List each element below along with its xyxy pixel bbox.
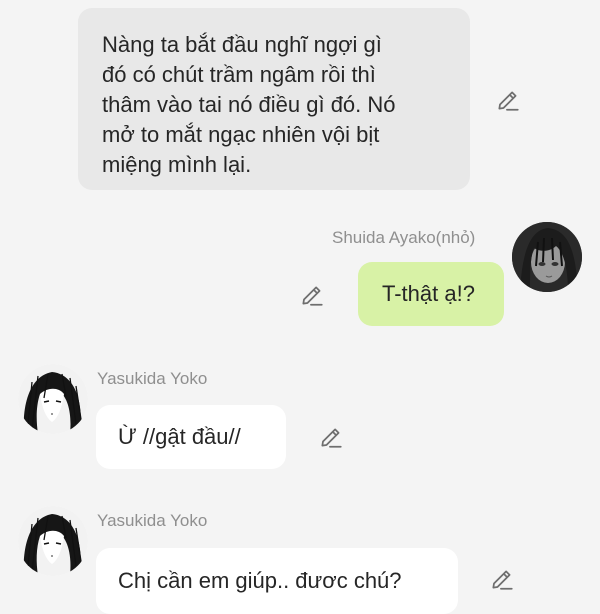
edit-message-button[interactable] — [489, 566, 515, 592]
avatar[interactable] — [18, 506, 88, 576]
narration-bubble[interactable]: Nàng ta bắt đầu nghĩ ngợi gì đó có chút … — [78, 8, 470, 190]
avatar[interactable] — [512, 222, 582, 292]
sender-name: Yasukida Yoko — [97, 369, 208, 388]
avatar-image — [512, 222, 582, 292]
sender-name: Shuida Ayako(nhỏ) — [332, 228, 476, 247]
edit-message-button[interactable] — [299, 282, 325, 308]
pencil-edit-icon — [321, 428, 342, 448]
avatar[interactable] — [18, 364, 88, 434]
message-text: Chị cần em giúp.. đươc chú? — [118, 568, 402, 593]
outgoing-message-bubble[interactable]: T-thật ạ!? — [358, 262, 504, 326]
edit-message-button[interactable] — [495, 87, 521, 113]
message-text: Ừ //gật đầu// — [118, 424, 241, 449]
pencil-edit-icon — [492, 570, 513, 590]
avatar-image — [18, 506, 88, 576]
incoming-message-bubble[interactable]: Chị cần em giúp.. đươc chú? — [96, 548, 458, 614]
avatar-image — [18, 364, 88, 434]
message-text: Nàng ta bắt đầu nghĩ ngợi gì đó có chút … — [102, 32, 396, 177]
pencil-edit-icon — [498, 91, 519, 111]
incoming-message-bubble[interactable]: Ừ //gật đầu// — [96, 405, 286, 469]
message-text: T-thật ạ!? — [382, 281, 475, 306]
pencil-edit-icon — [302, 286, 323, 306]
chat-view: Nàng ta bắt đầu nghĩ ngợi gì đó có chút … — [0, 0, 600, 614]
edit-message-button[interactable] — [318, 424, 344, 450]
sender-name: Yasukida Yoko — [97, 511, 208, 530]
